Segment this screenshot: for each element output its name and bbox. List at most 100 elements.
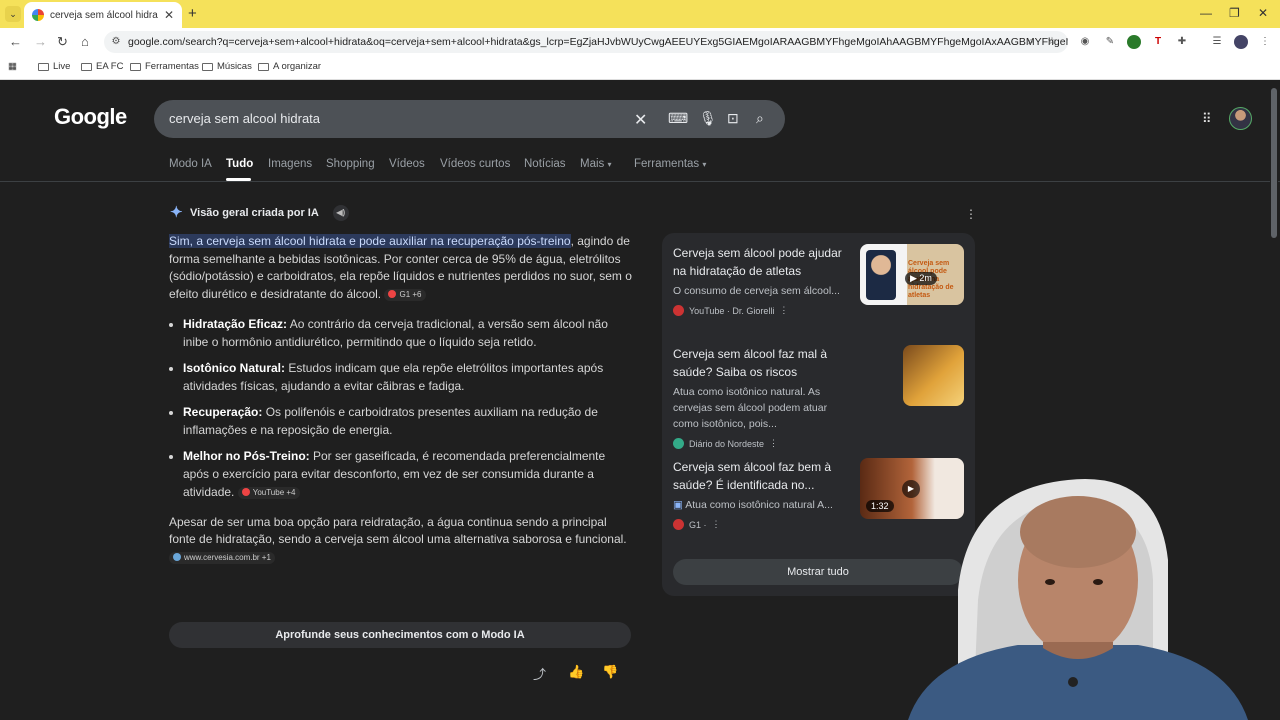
chevron-down-icon: ▾: [607, 160, 612, 169]
extension-icon[interactable]: ✎: [1103, 35, 1117, 49]
speaker-icon[interactable]: ◀): [332, 205, 349, 221]
more-options-icon[interactable]: ⋮: [779, 305, 788, 316]
tab-shopping[interactable]: Shopping: [326, 158, 375, 170]
list-item: Melhor no Pós-Treino: Por ser gaseificad…: [183, 448, 634, 501]
ai-mode-button[interactable]: Aprofunde seus conhecimentos com o Modo …: [169, 622, 631, 648]
account-avatar[interactable]: [1229, 107, 1252, 130]
list-item: Isotônico Natural: Estudos indicam que e…: [183, 360, 634, 395]
header-divider: [0, 181, 1280, 182]
scrollbar-thumb[interactable]: [1271, 88, 1277, 238]
google-apps-icon[interactable]: ⠿: [1202, 111, 1212, 127]
home-icon[interactable]: ⌂: [81, 34, 89, 49]
list-item: Hidratação Eficaz: Ao contrário da cerve…: [183, 316, 634, 351]
thumbs-down-icon[interactable]: 👎: [602, 664, 618, 680]
presenter-image: [866, 250, 896, 300]
apps-grid-icon[interactable]: ▦: [8, 61, 17, 72]
thumbs-up-icon[interactable]: 👍: [568, 664, 584, 680]
tab-search-button[interactable]: ⌄: [5, 6, 21, 22]
address-bar[interactable]: google.com/search?q=cerveja+sem+alcool+h…: [104, 31, 1068, 53]
zoom-icon[interactable]: ⌕: [1024, 35, 1038, 49]
more-options-icon[interactable]: ⋮: [712, 519, 721, 530]
source-title: Cerveja sem álcool pode ajudar na hidrat…: [673, 246, 842, 278]
webcam-overlay: [868, 470, 1280, 720]
folder-icon: [38, 62, 49, 71]
forward-icon[interactable]: →: [34, 34, 47, 49]
ai-bullet-list: Hidratação Eficaz: Ao contrário da cerve…: [183, 316, 634, 502]
bookmark-folder[interactable]: EA FC: [81, 61, 123, 72]
bookmark-folder[interactable]: Músicas: [202, 61, 252, 72]
list-item: Recuperação: Os polifenóis e carboidrato…: [183, 404, 634, 439]
folder-icon: [81, 62, 92, 71]
source-snippet: Atua como isotônico natural. As cervejas…: [673, 386, 828, 430]
extension-icon[interactable]: [1127, 35, 1141, 49]
search-box[interactable]: cerveja sem alcool hidrata ✕ ⌨ 🎙 ⊡ ⌕: [154, 100, 785, 138]
browser-toolbar: ← → ↻ ⌂ google.com/search?q=cerveja+sem+…: [0, 28, 1280, 56]
tab-modo-ia[interactable]: Modo IA: [169, 158, 212, 170]
bookmark-folder[interactable]: Ferramentas: [130, 61, 199, 72]
lens-icon[interactable]: ⊡: [727, 110, 739, 127]
browser-tab[interactable]: cerveja sem álcool hidrata - Pes ✕: [24, 2, 182, 28]
source-chip[interactable]: G1 +6: [384, 288, 426, 301]
ai-highlight: Sim, a cerveja sem álcool hidrata e pode…: [169, 234, 571, 248]
folder-icon: [258, 62, 269, 71]
extension-icon[interactable]: ◉: [1078, 35, 1092, 49]
keyboard-icon[interactable]: ⌨: [668, 110, 688, 127]
scrollbar[interactable]: [1270, 82, 1278, 720]
source-snippet: O consumo de cerveja sem álcool...: [673, 285, 840, 297]
bookmark-folder[interactable]: A organizar: [258, 61, 321, 72]
url-text: google.com/search?q=cerveja+sem+alcool+h…: [128, 36, 1068, 48]
profile-icon[interactable]: [1234, 35, 1248, 49]
gemini-sparkle-icon: ✦: [170, 204, 183, 221]
tab-imagens[interactable]: Imagens: [268, 158, 312, 170]
extensions-puzzle-icon[interactable]: ✚: [1175, 35, 1189, 49]
tab-videos-curtos[interactable]: Vídeos curtos: [440, 158, 510, 170]
video-thumbnail[interactable]: Cerveja sem álcool pode ajudar na hidrat…: [860, 244, 964, 305]
ai-intro-paragraph: Sim, a cerveja sem álcool hidrata e pode…: [169, 234, 632, 302]
folder-icon: [202, 62, 213, 71]
menu-icon[interactable]: ⋮: [1258, 35, 1272, 49]
google-logo[interactable]: Google: [54, 104, 127, 130]
folder-icon: [130, 62, 141, 71]
extension-icon[interactable]: T: [1151, 35, 1165, 49]
reading-list-icon[interactable]: ☰: [1210, 35, 1224, 49]
ai-overview-header: ✦ Visão geral criada por IA ◀): [170, 205, 349, 221]
back-icon[interactable]: ←: [9, 34, 22, 49]
site-favicon-icon: [173, 552, 181, 561]
ai-closing-paragraph: Apesar de ser uma boa opção para reidrat…: [169, 514, 627, 564]
youtube-icon: [673, 305, 684, 316]
tab-tudo[interactable]: Tudo: [226, 158, 253, 170]
beer-image[interactable]: [903, 345, 964, 406]
streamer-image: [908, 479, 1248, 720]
g1-icon: [388, 289, 397, 298]
tab-videos[interactable]: Vídeos: [389, 158, 425, 170]
maximize-button[interactable]: ❐: [1229, 6, 1240, 20]
bookmark-star-icon[interactable]: ☆: [1045, 35, 1059, 49]
tab-mais[interactable]: Mais ▾: [580, 158, 612, 170]
tab-title: cerveja sem álcool hidrata - Pes: [50, 9, 158, 21]
microphone-icon[interactable]: 🎙: [699, 110, 717, 127]
source-chip[interactable]: www.cervesia.com.br +1: [169, 551, 275, 564]
share-icon[interactable]: ⤴: [533, 664, 546, 683]
source-title: Cerveja sem álcool faz bem à saúde? É id…: [673, 460, 832, 492]
site-info-icon[interactable]: ⚙: [109, 35, 123, 49]
clear-icon[interactable]: ✕: [634, 110, 647, 130]
close-tab-icon[interactable]: ✕: [164, 8, 174, 22]
search-input[interactable]: cerveja sem alcool hidrata: [169, 111, 320, 126]
more-options-icon[interactable]: ⋮: [769, 438, 778, 449]
new-tab-button[interactable]: +: [188, 5, 197, 22]
more-options-icon[interactable]: ⋮: [965, 207, 977, 221]
reload-icon[interactable]: ↻: [57, 34, 68, 50]
bookmark-folder[interactable]: Live: [38, 61, 70, 72]
duration-badge: ▶ 2m: [905, 272, 937, 285]
tab-strip: ⌄ cerveja sem álcool hidrata - Pes ✕ + —…: [0, 0, 1280, 28]
close-window-button[interactable]: ✕: [1258, 6, 1268, 20]
minimize-button[interactable]: —: [1200, 6, 1212, 20]
source-chip[interactable]: YouTube +4: [237, 486, 300, 499]
tab-noticias[interactable]: Notícias: [524, 158, 566, 170]
chevron-down-icon: ▾: [702, 160, 707, 169]
tab-ferramentas[interactable]: Ferramentas ▾: [634, 158, 706, 170]
source-title: Cerveja sem álcool faz mal à saúde? Saib…: [673, 347, 828, 379]
search-icon[interactable]: ⌕: [756, 110, 764, 127]
ai-overview-body: Sim, a cerveja sem álcool hidrata e pode…: [169, 233, 634, 567]
ai-overview-title: Visão geral criada por IA: [190, 207, 319, 219]
